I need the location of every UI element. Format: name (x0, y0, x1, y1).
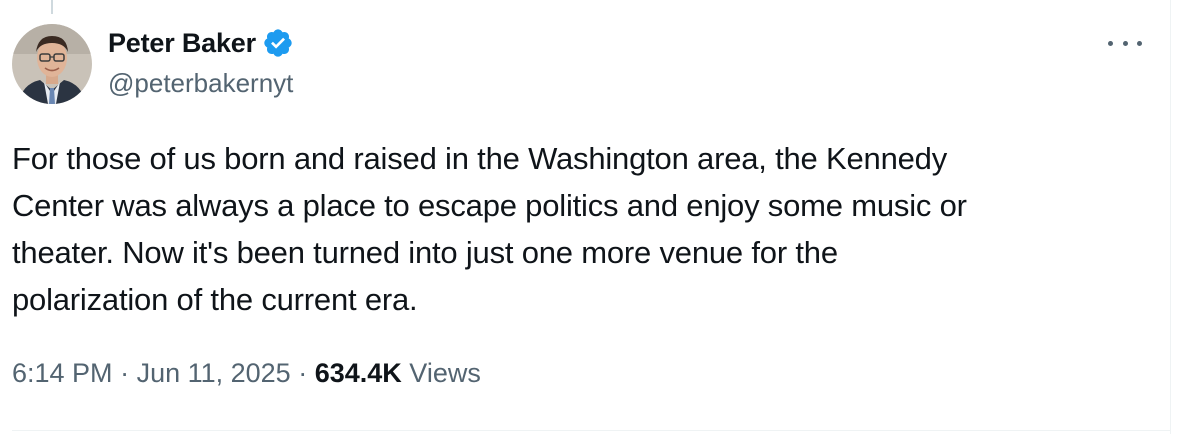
avatar[interactable] (12, 24, 92, 104)
more-dot-icon (1122, 40, 1128, 46)
tweet-text: For those of us born and raised in the W… (12, 135, 1132, 323)
tweet-text-line: For those of us born and raised in the W… (12, 141, 947, 176)
meta-separator: · (112, 358, 137, 388)
meta-separator: · (290, 358, 315, 388)
tweet-text-line: polarization of the current era. (12, 282, 418, 317)
verified-badge-icon[interactable] (262, 27, 294, 59)
thread-connector-line (51, 0, 53, 14)
author-info: Peter Baker @peterbakernyt (108, 26, 294, 99)
tweet-timestamp-date[interactable]: Jun 11, 2025 (137, 358, 291, 388)
tweet-text-line: Center was always a place to escape poli… (12, 188, 967, 223)
author-handle[interactable]: @peterbakernyt (108, 68, 294, 99)
tweet-card: Peter Baker @peterbakernyt For those of … (0, 0, 1178, 434)
views-count[interactable]: 634.4K (315, 358, 402, 388)
more-options-icon[interactable] (1108, 30, 1142, 56)
tweet-timestamp-time[interactable]: 6:14 PM (12, 358, 113, 388)
more-dot-icon (1108, 40, 1113, 46)
author-display-name[interactable]: Peter Baker (108, 28, 256, 59)
timeline-border (1170, 0, 1171, 434)
views-label: Views (409, 358, 481, 388)
avatar-image (12, 24, 92, 104)
tweet-metadata: 6:14 PM · Jun 11, 2025 · 634.4K Views (12, 358, 481, 389)
tweet-divider (12, 430, 1170, 431)
author-name-row[interactable]: Peter Baker (108, 26, 294, 60)
more-dot-icon (1137, 40, 1142, 46)
tweet-text-line: theater. Now it's been turned into just … (12, 235, 838, 270)
